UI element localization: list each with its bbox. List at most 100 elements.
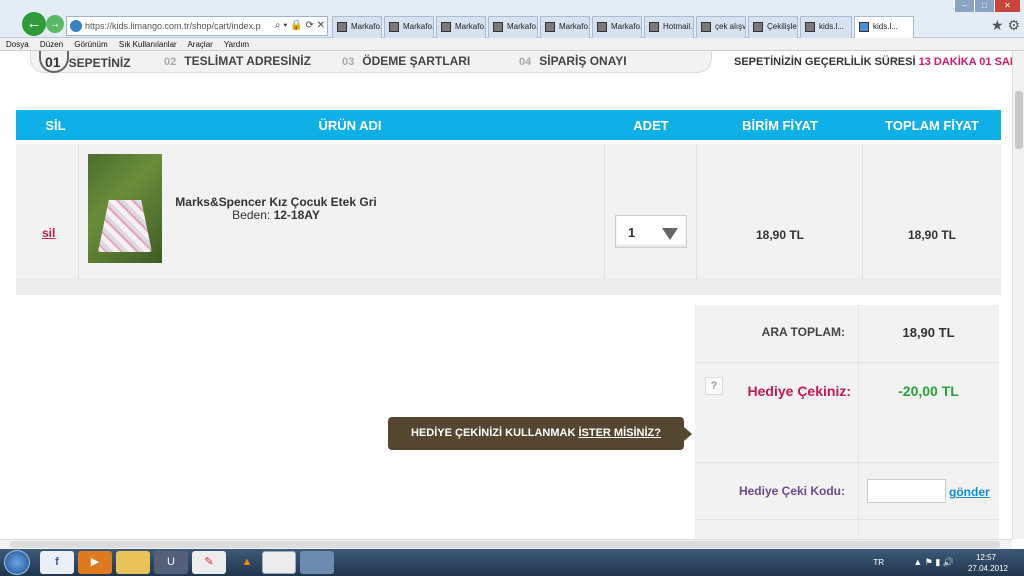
tab-label: Markafo... xyxy=(507,22,538,31)
cart-item-row: sil Marks&Spencer Kız Çocuk Etek Gri Bed… xyxy=(16,144,1001,279)
gift-code-submit[interactable]: gönder xyxy=(949,485,990,499)
menu-favorites[interactable]: Sık Kullanılanlar xyxy=(119,40,177,49)
tab-label: Hotmail... xyxy=(663,22,694,31)
minimize-icon[interactable]: – xyxy=(954,0,974,12)
divider xyxy=(858,305,859,539)
page-viewport: 01 SEPETİNİZ 02 TESLİMAT ADRESİNİZ 03 ÖDEME… xyxy=(0,51,1012,539)
size-value: 12-18AY xyxy=(273,208,320,222)
col-delete: SİL xyxy=(45,118,66,133)
gift-tooltip: HEDİYE ÇEKİNİZİ KULLANMAK İSTER MİSİNİZ? xyxy=(388,417,692,450)
page-icon xyxy=(493,22,503,32)
product-name[interactable]: Marks&Spencer Kız Çocuk Etek Gri xyxy=(171,195,381,209)
col-qty: ADET xyxy=(633,118,669,133)
row-footer xyxy=(16,279,1001,295)
favorites-icon[interactable]: ★ ⚙ xyxy=(991,17,1020,34)
subtotal-value: 18,90 TL xyxy=(902,325,955,340)
step-cart: 01 SEPETİNİZ xyxy=(45,54,131,70)
tab-label: Markafo... xyxy=(611,22,642,31)
app-icon[interactable]: ✎ xyxy=(192,551,226,574)
vlc-icon[interactable]: ▲ xyxy=(230,551,264,574)
maximize-icon[interactable]: □ xyxy=(974,0,994,12)
app-icon[interactable]: U xyxy=(154,551,188,574)
col-product: ÜRÜN ADI xyxy=(318,118,382,133)
subtotal-label: ARA TOPLAM: xyxy=(761,325,845,339)
folder-icon[interactable] xyxy=(116,551,150,574)
tab-label: Markafo... xyxy=(559,22,590,31)
col-total-price: TOPLAM FİYAT xyxy=(885,118,979,133)
tab-1[interactable]: Markafo... xyxy=(332,16,382,38)
divider xyxy=(604,144,605,279)
horizontal-scrollbar[interactable] xyxy=(0,539,1012,549)
quantity-value: 1 xyxy=(628,225,636,240)
tab-8[interactable]: çek alışv... xyxy=(696,16,746,38)
tab-label: Çekilişle... xyxy=(767,22,797,31)
address-bar[interactable]: https://kids.limango.com.tr/shop/cart/in… xyxy=(66,16,328,36)
clock-time[interactable]: 12:57 xyxy=(976,553,996,562)
search-icon[interactable]: ⌕ ▾ 🔒 ⟳ ✕ xyxy=(271,17,325,35)
page-icon xyxy=(389,22,399,32)
page-icon xyxy=(441,22,451,32)
tab-label: çek alışv... xyxy=(715,22,746,31)
clock-date[interactable]: 27.04.2012 xyxy=(968,564,1008,573)
back-icon[interactable]: ← xyxy=(22,12,46,36)
language-indicator[interactable]: TR xyxy=(873,558,884,567)
divider xyxy=(862,144,863,279)
menu-tools[interactable]: Araçlar xyxy=(187,40,212,49)
chevron-down-icon xyxy=(662,228,678,240)
quantity-select[interactable]: 1 xyxy=(615,215,687,248)
col-unit-price: BİRİM FİYAT xyxy=(742,118,818,133)
divider xyxy=(696,144,697,279)
browser-icon[interactable] xyxy=(262,551,296,574)
vertical-scrollbar[interactable] xyxy=(1012,51,1024,539)
page-icon xyxy=(753,22,763,32)
tab-7[interactable]: Hotmail... xyxy=(644,16,694,38)
step-address: 02 TESLİMAT ADRESİNİZ xyxy=(164,54,311,68)
ie-icon xyxy=(70,20,82,32)
close-icon[interactable]: ✕ xyxy=(994,0,1020,12)
page-icon xyxy=(597,22,607,32)
gift-code-input[interactable] xyxy=(867,479,946,503)
page-icon xyxy=(701,22,711,32)
page-icon xyxy=(649,22,659,32)
menu-help[interactable]: Yardım xyxy=(224,40,249,49)
tab-6[interactable]: Markafo... xyxy=(592,16,642,38)
validity-time: 13 DAKİKA 01 SANİYE xyxy=(918,56,1012,68)
facebook-icon[interactable]: f xyxy=(40,551,74,574)
tab-active[interactable]: kids.l... xyxy=(854,16,914,38)
gift-label: Hediye Çekiniz: xyxy=(747,383,851,399)
divider xyxy=(695,519,999,520)
start-button[interactable] xyxy=(4,550,30,575)
menu-view[interactable]: Görünüm xyxy=(74,40,107,49)
gift-code-label: Hediye Çeki Kodu: xyxy=(738,484,845,498)
tab-10[interactable]: kids.l... xyxy=(800,16,852,38)
page-icon xyxy=(545,22,555,32)
size-label: Beden: xyxy=(232,208,271,222)
tab-5[interactable]: Markafo... xyxy=(540,16,590,38)
scroll-thumb[interactable] xyxy=(1015,91,1023,149)
menu-bar: Dosya Düzen Görünüm Sık Kullanılanlar Ar… xyxy=(0,38,1024,51)
tooltip-link[interactable]: İSTER MİSİNİZ? xyxy=(578,427,661,439)
forward-icon[interactable]: → xyxy=(46,15,64,33)
tab-9[interactable]: Çekilişle... xyxy=(748,16,798,38)
tab-2[interactable]: Markafo... xyxy=(384,16,434,38)
step-payment: 03 ÖDEME ŞARTLARI xyxy=(342,54,471,68)
media-player-icon[interactable]: ▶ xyxy=(78,551,112,574)
tab-4[interactable]: Markafo... xyxy=(488,16,538,38)
window-controls: – □ ✕ xyxy=(954,0,1020,12)
skirt-image xyxy=(98,200,152,252)
scroll-thumb[interactable] xyxy=(10,541,1000,548)
menu-file[interactable]: Dosya xyxy=(6,40,29,49)
tab-3[interactable]: Markafo... xyxy=(436,16,486,38)
menu-edit[interactable]: Düzen xyxy=(40,40,63,49)
help-icon[interactable]: ? xyxy=(705,377,723,395)
tab-label: Markafo... xyxy=(351,22,382,31)
checkout-steps: 01 SEPETİNİZ 02 TESLİMAT ADRESİNİZ 03 ÖDEME… xyxy=(30,51,712,73)
product-image[interactable] xyxy=(88,154,162,263)
divider xyxy=(78,144,79,279)
tab-label: Markafo... xyxy=(455,22,486,31)
taskbar: f ▶ U ✎ ▲ TR ▲ ⚑ ▮ 🔊 12:57 27.04.2012 xyxy=(0,549,1024,576)
network-icon[interactable] xyxy=(300,551,334,574)
page-icon xyxy=(805,22,815,32)
divider xyxy=(695,462,999,463)
delete-item-link[interactable]: sil xyxy=(42,226,55,240)
